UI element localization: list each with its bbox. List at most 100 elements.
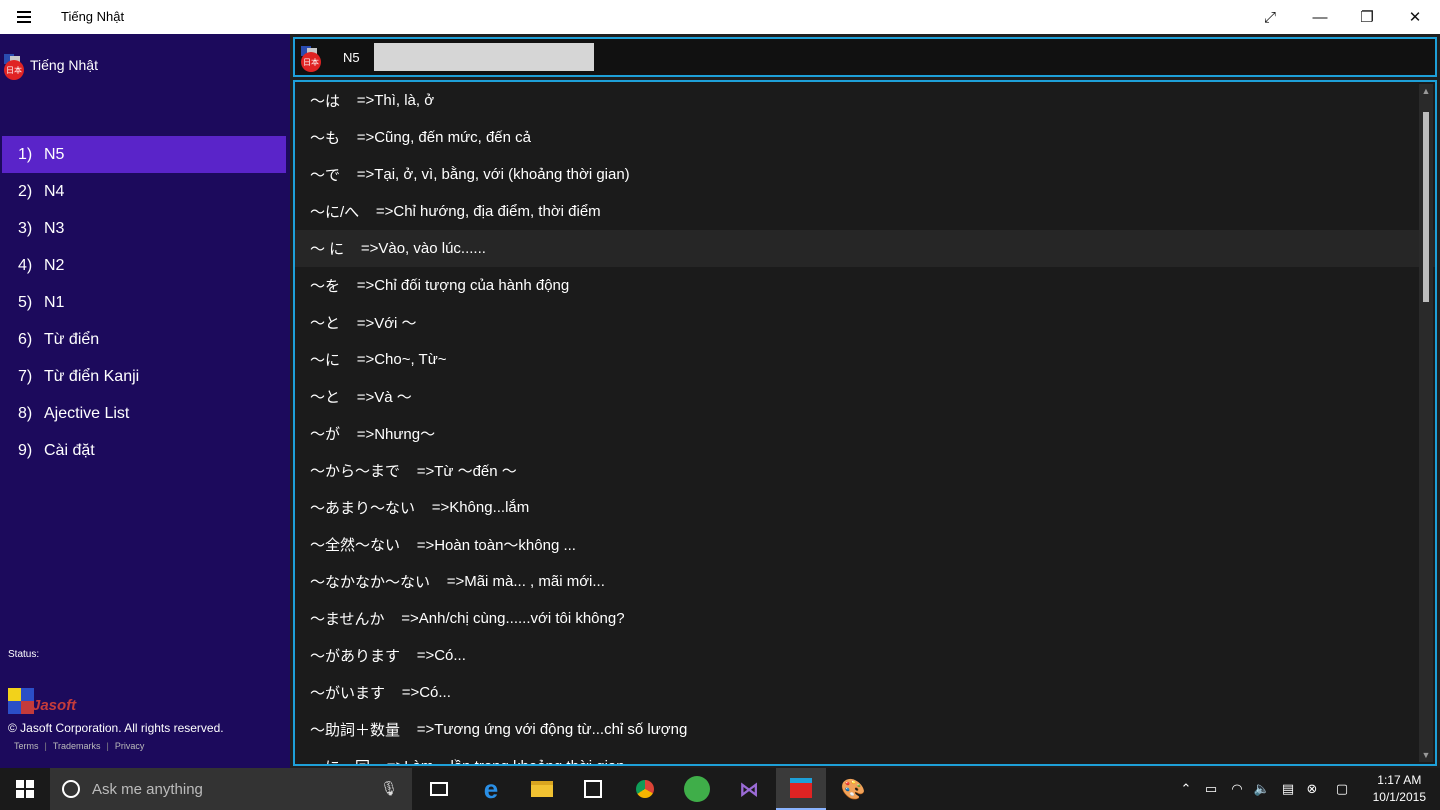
grammar-meaning: =>Mãi mà... , mãi mới...	[446, 573, 605, 590]
nav-item-number: 6)	[18, 330, 33, 348]
grammar-pattern: 〜から〜まで	[310, 463, 401, 480]
grammar-item[interactable]: 〜ませんか =>Anh/chị cùng......với tôi không?	[295, 600, 1435, 637]
minimize-button[interactable]: —	[1297, 0, 1343, 34]
scrollbar-thumb[interactable]	[1423, 112, 1429, 302]
grammar-meaning: =>Và 〜	[356, 389, 412, 406]
cortana-search[interactable]: Ask me anything 🎙	[50, 768, 412, 810]
paint-icon[interactable]: 🎨	[828, 768, 878, 810]
grammar-item[interactable]: 〜助詞＋数量 =>Tương ứng với động từ...chỉ số …	[295, 711, 1435, 748]
nav-item[interactable]: 9) Cài đặt	[2, 432, 286, 469]
app-green-icon[interactable]	[672, 768, 722, 810]
grammar-item[interactable]: 〜があります =>Có...	[295, 637, 1435, 674]
close-button[interactable]: ✕	[1392, 0, 1438, 34]
grammar-pattern: 〜と	[310, 315, 341, 332]
footer-links: Terms | Trademarks | Privacy	[14, 741, 145, 751]
search-input[interactable]	[373, 43, 594, 71]
edge-icon[interactable]: e	[466, 768, 516, 810]
nav-item[interactable]: 7) Từ điển Kanji	[2, 358, 286, 395]
nav-item-label: Từ điển Kanji	[44, 367, 140, 385]
grammar-item[interactable]: 〜がいます =>Có...	[295, 674, 1435, 711]
grammar-meaning: =>Hoàn toàn〜không ...	[416, 537, 576, 554]
grammar-item[interactable]: 〜全然〜ない =>Hoàn toàn〜không ...	[295, 526, 1435, 563]
grammar-item[interactable]: 〜と =>Với 〜	[295, 304, 1435, 341]
show-hidden-icons-icon[interactable]: ⌃	[1173, 768, 1199, 810]
grammar-pattern: 〜あまり〜ない	[310, 500, 416, 517]
close-circle-icon[interactable]: ⊗	[1299, 768, 1325, 810]
brand-text: Jasoft	[32, 697, 77, 714]
japan-flag-icon: 日本	[301, 46, 323, 72]
visual-studio-icon[interactable]: ⋈	[724, 768, 774, 810]
nav-item-label: N5	[44, 145, 65, 163]
grammar-item[interactable]: 〜に/へ =>Chỉ hướng, địa điểm, thời điểm	[295, 193, 1435, 230]
grammar-item[interactable]: 〜は =>Thì, là, ở	[295, 82, 1435, 119]
task-view-icon[interactable]	[414, 768, 464, 810]
grammar-item[interactable]: 〜と =>Và 〜	[295, 378, 1435, 415]
grammar-item[interactable]: 〜なかなか〜ない =>Mãi mà... , mãi mới...	[295, 563, 1435, 600]
nav-item[interactable]: 6) Từ điển	[2, 321, 286, 358]
grammar-pattern: 〜全然〜ない	[310, 537, 401, 554]
trademarks-link[interactable]: Trademarks	[53, 741, 101, 751]
grammar-pattern: 〜を	[310, 278, 341, 295]
clock[interactable]: 1:17 AM 10/1/2015	[1373, 772, 1426, 806]
volume-icon[interactable]: 🔈	[1249, 768, 1275, 810]
grammar-pattern: 〜は	[310, 93, 341, 110]
vertical-scrollbar[interactable]: ▲ ▼	[1419, 84, 1433, 762]
nav-item-number: 1)	[18, 145, 33, 163]
nav-item[interactable]: 8) Ajective List	[2, 395, 286, 432]
grammar-item[interactable]: 〜から〜まで =>Từ 〜đến 〜	[295, 452, 1435, 489]
clock-date: 10/1/2015	[1372, 790, 1426, 804]
grammar-item[interactable]: 〜 に =>Vào, vào lúc......	[295, 230, 1435, 267]
tieng-nhat-app-icon[interactable]	[776, 768, 826, 810]
fullscreen-button[interactable]: ⤢	[1247, 0, 1293, 34]
grammar-pattern: 〜で	[310, 167, 341, 184]
minimize-icon: —	[1312, 8, 1328, 26]
action-center-icon[interactable]: ▤	[1275, 768, 1301, 810]
level-title: N5	[343, 49, 360, 65]
restore-button[interactable]: ❐	[1344, 0, 1390, 34]
nav-item[interactable]: 3) N3	[2, 210, 286, 247]
grammar-item[interactable]: 〜も =>Cũng, đến mức, đến cả	[295, 119, 1435, 156]
terms-link[interactable]: Terms	[14, 741, 39, 751]
sidebar: 日本 Tiếng Nhật 1) N5 2) N4 3) N3 4) N2 5) N1 6) Từ đ…	[0, 34, 290, 768]
battery-icon[interactable]: ▭	[1198, 768, 1224, 810]
cortana-icon	[62, 780, 80, 798]
grammar-meaning: =>Vào, vào lúc......	[360, 240, 486, 257]
grammar-meaning: =>Tại, ở, vì, bằng, với (khoảng thời gia…	[356, 166, 630, 183]
japan-flag-icon: 日本	[4, 54, 26, 80]
copyright: © Jasoft Corporation. All rights reserve…	[8, 721, 224, 735]
scroll-up-icon[interactable]: ▲	[1419, 84, 1433, 98]
grammar-meaning: =>Nhưng〜	[356, 426, 436, 443]
grammar-item[interactable]: 〜あまり〜ない =>Không...lắm	[295, 489, 1435, 526]
grammar-item[interactable]: 〜に〜回 =>Làm ~ lần trong khoảng thời gian …	[295, 748, 1435, 764]
scroll-down-icon[interactable]: ▼	[1419, 748, 1433, 762]
grammar-pattern: 〜が	[310, 426, 341, 443]
nav-item-number: 7)	[18, 367, 33, 385]
privacy-link[interactable]: Privacy	[115, 741, 145, 751]
app-name: Tiếng Nhật	[30, 57, 98, 73]
grammar-item[interactable]: 〜で =>Tại, ở, vì, bằng, với (khoảng thời …	[295, 156, 1435, 193]
nav-item-number: 8)	[18, 404, 33, 422]
nav-item[interactable]: 1) N5	[2, 136, 286, 173]
taskbar: Ask me anything 🎙 e ⋈ 🎨 ⌃ ▭ ◠ 🔈 ▤ ⊗ ▢ 1:…	[0, 768, 1440, 810]
nav-item[interactable]: 5) N1	[2, 284, 286, 321]
nav-item-number: 5)	[18, 293, 33, 311]
grammar-item[interactable]: 〜を =>Chỉ đối tượng của hành động	[295, 267, 1435, 304]
microphone-icon[interactable]: 🎙	[380, 780, 398, 797]
grammar-item[interactable]: 〜に =>Cho~, Từ~	[295, 341, 1435, 378]
nav-item-label: N2	[44, 256, 65, 274]
file-explorer-icon[interactable]	[517, 768, 567, 810]
nav-item[interactable]: 2) N4	[2, 173, 286, 210]
keyboard-icon[interactable]: ▢	[1329, 768, 1355, 810]
hamburger-menu-button[interactable]	[0, 0, 48, 34]
start-button[interactable]	[0, 768, 50, 810]
chrome-icon[interactable]	[620, 768, 670, 810]
wifi-icon[interactable]: ◠	[1224, 768, 1250, 810]
nav-item-label: N1	[44, 293, 65, 311]
store-icon[interactable]	[568, 768, 618, 810]
grammar-item[interactable]: 〜が =>Nhưng〜	[295, 415, 1435, 452]
nav-item[interactable]: 4) N2	[2, 247, 286, 284]
logo-blocks-icon	[8, 688, 34, 714]
clock-time: 1:17 AM	[1377, 773, 1422, 787]
level-header: 日本 N5	[293, 37, 1437, 77]
search-placeholder: Ask me anything	[92, 780, 203, 798]
